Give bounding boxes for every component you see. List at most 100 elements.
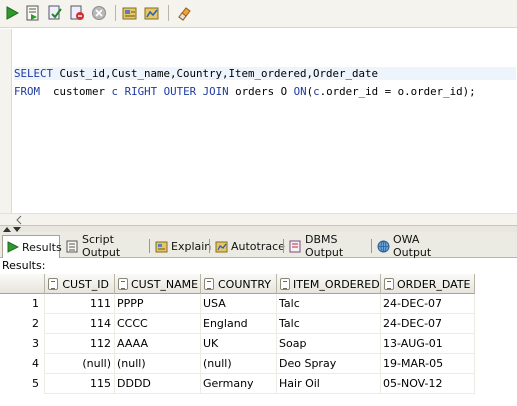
commit-icon <box>48 5 62 20</box>
commit-button[interactable] <box>46 4 64 22</box>
cell-country[interactable]: USA <box>201 294 277 314</box>
column-type-icon <box>384 278 394 290</box>
cell-item-ordered[interactable]: Talc <box>277 314 381 334</box>
cell-cust-id[interactable]: 114 <box>45 314 115 334</box>
pane-splitter[interactable] <box>0 225 517 232</box>
cell-cust-id[interactable]: (null) <box>45 354 115 374</box>
toolbar-separator <box>115 5 116 21</box>
cell-country[interactable]: Germany <box>201 374 277 394</box>
toolbar-separator <box>168 5 169 21</box>
eraser-icon <box>178 7 191 21</box>
dbms-output-icon <box>289 240 301 252</box>
column-header-label: COUNTRY <box>218 277 271 291</box>
tab-label: OWA Output <box>393 233 432 259</box>
tab-separator <box>283 239 284 253</box>
cell-cust-name[interactable]: DDDD <box>115 374 201 394</box>
tuning-icon <box>122 7 137 20</box>
cell-item-ordered[interactable]: Soap <box>277 334 381 354</box>
cell-cust-id[interactable]: 115 <box>45 374 115 394</box>
cell-country[interactable]: England <box>201 314 277 334</box>
cell-order-date[interactable]: 19-MAR-05 <box>381 354 475 374</box>
tab-script-output[interactable]: Script Output <box>62 233 146 259</box>
rollback-icon <box>70 5 84 20</box>
column-type-icon <box>280 278 290 290</box>
cell-country[interactable]: UK <box>201 334 277 354</box>
cell-order-date[interactable]: 05-NOV-12 <box>381 374 475 394</box>
rollback-button[interactable] <box>68 4 86 22</box>
tab-owa-output[interactable]: OWA Output <box>373 233 457 259</box>
tab-label: Explain <box>171 239 212 253</box>
tab-explain[interactable]: Explain <box>151 235 211 257</box>
cancel-icon <box>92 6 106 20</box>
cell-order-date[interactable]: 13-AUG-01 <box>381 334 475 354</box>
column-header-order-date[interactable]: ORDER_DATE <box>381 274 475 294</box>
column-header-label: CUST_ID <box>62 277 109 291</box>
tab-autotrace[interactable]: Autotrace <box>211 235 285 257</box>
sql-tuning-button[interactable] <box>121 4 139 22</box>
table-row[interactable]: 1 111 PPPP USA Talc 24-DEC-07 <box>0 294 475 314</box>
grid-header: CUST_ID CUST_NAME COUNTRY ITEM_ORDERED O… <box>0 274 475 294</box>
tab-results[interactable]: Results <box>2 235 62 258</box>
cell-cust-name[interactable]: AAAA <box>115 334 201 354</box>
column-type-icon <box>48 278 58 290</box>
play-icon <box>6 6 19 20</box>
tab-separator <box>149 239 150 253</box>
cell-cust-name[interactable]: (null) <box>115 354 201 374</box>
results-label: Results: <box>2 259 46 272</box>
explain-icon <box>155 241 168 252</box>
editor-gutter <box>0 29 12 213</box>
column-header-cust-id[interactable]: CUST_ID <box>45 274 115 294</box>
row-number: 1 <box>0 294 45 314</box>
scroll-left-icon[interactable] <box>14 215 24 225</box>
tab-separator <box>209 239 210 253</box>
cancel-button[interactable] <box>90 4 108 22</box>
table-row[interactable]: 4 (null) (null) (null) Deo Spray 19-MAR-… <box>0 354 475 374</box>
cell-item-ordered[interactable]: Deo Spray <box>277 354 381 374</box>
run-statement-button[interactable] <box>3 4 21 22</box>
cell-country[interactable]: (null) <box>201 354 277 374</box>
cell-item-ordered[interactable]: Talc <box>277 294 381 314</box>
table-row[interactable]: 5 115 DDDD Germany Hair Oil 05-NOV-12 <box>0 374 475 394</box>
sql-text: customer <box>40 85 112 98</box>
table-row[interactable]: 3 112 AAAA UK Soap 13-AUG-01 <box>0 334 475 354</box>
column-header-country[interactable]: COUNTRY <box>201 274 277 294</box>
cell-order-date[interactable]: 24-DEC-07 <box>381 314 475 334</box>
cell-cust-id[interactable]: 112 <box>45 334 115 354</box>
column-header-label: ITEM_ORDERED <box>293 277 380 291</box>
sql-line-2[interactable]: FROM customer c RIGHT OUTER JOIN orders … <box>14 85 476 98</box>
cell-cust-name[interactable]: PPPP <box>115 294 201 314</box>
column-header-cust-name[interactable]: CUST_NAME <box>115 274 201 294</box>
editor-horizontal-scrollbar[interactable] <box>0 213 517 225</box>
row-number: 2 <box>0 314 45 334</box>
autotrace-icon <box>144 7 159 20</box>
tab-dbms-output[interactable]: DBMS Output <box>285 233 369 259</box>
sql-keyword: FROM <box>14 85 41 98</box>
editor-toolbar <box>0 0 517 28</box>
column-header-label: ORDER_DATE <box>397 277 471 291</box>
row-number-header <box>0 274 45 294</box>
column-type-icon <box>204 278 214 290</box>
sql-keyword: SELECT <box>14 67 54 80</box>
sql-text: Cust_id,Cust_name,Country,Item_ordered,O… <box>53 67 379 80</box>
script-icon <box>26 5 39 21</box>
column-type-icon <box>118 278 128 290</box>
tab-label: Script Output <box>82 233 121 259</box>
cell-order-date[interactable]: 24-DEC-07 <box>381 294 475 314</box>
sql-editor[interactable]: SELECT Cust_id,Cust_name,Country,Item_or… <box>0 29 517 213</box>
table-row[interactable]: 2 114 CCCC England Talc 24-DEC-07 <box>0 314 475 334</box>
column-header-item-ordered[interactable]: ITEM_ORDERED <box>277 274 381 294</box>
sql-text: orders <box>228 85 281 98</box>
cell-item-ordered[interactable]: Hair Oil <box>277 374 381 394</box>
sql-line-1[interactable]: SELECT Cust_id,Cust_name,Country,Item_or… <box>14 67 516 80</box>
tab-label: DBMS Output <box>305 233 344 259</box>
cell-cust-name[interactable]: CCCC <box>115 314 201 334</box>
tab-label: Results <box>22 240 62 254</box>
tab-label: Autotrace <box>231 239 285 253</box>
run-script-button[interactable] <box>24 4 42 22</box>
row-number: 3 <box>0 334 45 354</box>
cell-cust-id[interactable]: 111 <box>45 294 115 314</box>
clear-button[interactable] <box>175 4 193 22</box>
results-grid[interactable]: CUST_ID CUST_NAME COUNTRY ITEM_ORDERED O… <box>0 274 517 406</box>
autotrace-button[interactable] <box>143 4 161 22</box>
row-number: 4 <box>0 354 45 374</box>
